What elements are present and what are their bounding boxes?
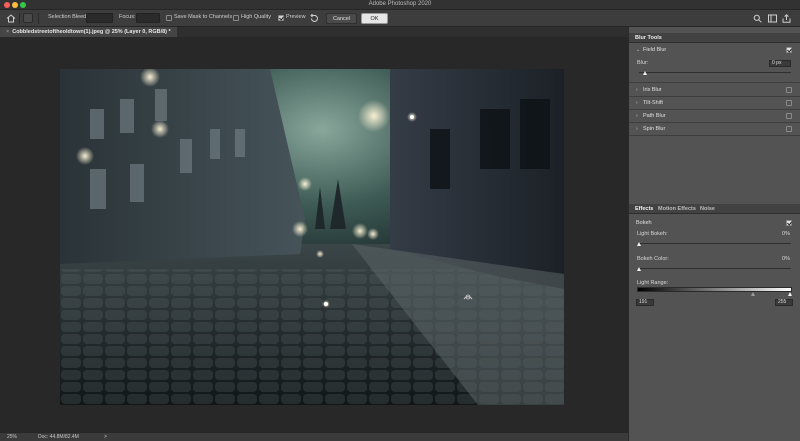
bokeh-color-slider-thumb[interactable] [637,267,641,271]
document-tab[interactable]: × Cobbledstreetoftheoldtown(1).jpeg @ 25%… [0,27,177,37]
light-range-label: Light Range: [637,280,669,286]
tab-noise[interactable]: Noise [700,206,715,212]
blur-label: Blur: [637,60,649,66]
field-blur-checkbox[interactable] [786,47,792,53]
chevron-right-icon[interactable]: › [636,126,638,132]
canvas-area[interactable] [0,37,628,432]
focus-field[interactable] [136,13,160,23]
divider [19,13,20,24]
blur-tools-header: Blur Tools [629,33,800,43]
cancel-button[interactable]: Cancel [326,13,357,24]
app-title: Adobe Photoshop 2020 [368,1,432,7]
blur-gallery-panel: Blur Tools ⌄ Field Blur Blur: 0 px › Iri… [628,27,800,441]
spin-blur-label: Spin Blur [643,126,666,132]
status-menu-arrow[interactable]: > [104,434,107,440]
path-blur-section[interactable]: › Path Blur [629,110,800,122]
options-bar: Selection Bleed: Focus: Save Mask to Cha… [0,10,800,27]
tilt-shift-section[interactable]: › Tilt-Shift [629,97,800,109]
save-mask-checkbox[interactable] [166,15,172,21]
tab-motion-effects[interactable]: Motion Effects [658,206,696,212]
selection-bleed-label: Selection Bleed: [48,14,88,20]
blur-tool-preset-icon[interactable] [23,13,33,23]
tab-effects[interactable]: Effects [635,206,653,212]
home-icon[interactable] [6,14,16,23]
blur-slider-track[interactable] [639,72,791,73]
bokeh-checkbox[interactable] [786,220,792,226]
high-quality-checkbox[interactable] [233,15,239,21]
light-bokeh-value[interactable]: 0% [782,231,790,237]
chevron-right-icon[interactable]: › [636,100,638,106]
bokeh-label: Bokeh [636,220,652,226]
divider [629,82,800,83]
search-icon[interactable] [753,14,762,23]
path-blur-label: Path Blur [643,113,666,119]
reset-icon[interactable] [309,14,319,23]
blur-slider-thumb[interactable] [643,71,647,75]
bokeh-section[interactable]: Bokeh [629,217,800,229]
ok-button[interactable]: OK [361,13,388,24]
light-bokeh-slider-thumb[interactable] [637,242,641,246]
tilt-shift-checkbox[interactable] [786,100,792,106]
document-image[interactable] [60,69,564,405]
light-range-low-handle[interactable] [751,292,755,296]
divider [38,13,39,24]
light-range-gradient [637,287,792,292]
light-range-high-handle[interactable] [788,292,792,296]
path-blur-checkbox[interactable] [786,113,792,119]
effects-tab-bar: Effects Motion Effects Noise [629,204,800,214]
spin-blur-checkbox[interactable] [786,126,792,132]
chevron-right-icon[interactable]: › [636,87,638,93]
selection-bleed-field[interactable] [86,13,113,23]
zoom-level[interactable]: 25% [7,434,17,440]
save-mask-label: Save Mask to Channels [174,14,233,20]
share-icon[interactable] [782,14,791,23]
high-quality-label: High Quality [241,14,271,20]
field-blur-label: Field Blur [643,47,667,53]
blur-value-field[interactable]: 0 px [769,60,791,67]
preview-checkbox[interactable] [278,15,284,21]
bokeh-color-value[interactable]: 0% [782,256,790,262]
tilt-shift-label: Tilt-Shift [643,100,663,106]
focus-label: Focus: [119,14,136,20]
chevron-down-icon[interactable]: ⌄ [636,47,640,53]
workspace-icon[interactable] [768,14,777,23]
light-bokeh-slider-track[interactable] [639,243,791,244]
iris-blur-label: Iris Blur [643,87,662,93]
light-range-high-field[interactable]: 255 [775,299,793,306]
blur-tools-title: Blur Tools [635,35,662,41]
status-bar: 25% Doc: 44.8M/82.4M > [0,432,628,441]
title-bar: Adobe Photoshop 2020 [0,0,800,10]
iris-blur-section[interactable]: › Iris Blur [629,84,800,96]
light-bokeh-label: Light Bokeh: [637,231,668,237]
doc-size: Doc: 44.8M/82.4M [38,434,79,440]
document-tab-label: Cobbledstreetoftheoldtown(1).jpeg @ 25% … [12,29,171,35]
close-tab-icon[interactable]: × [6,29,9,35]
chevron-right-icon[interactable]: › [636,113,638,119]
iris-blur-checkbox[interactable] [786,87,792,93]
bokeh-color-label: Bokeh Color: [637,256,669,262]
document-tab-bar: × Cobbledstreetoftheoldtown(1).jpeg @ 25%… [0,27,628,37]
preview-label: Preview [286,14,306,20]
spin-blur-section[interactable]: › Spin Blur [629,123,800,135]
divider [629,135,800,136]
light-range-low-field[interactable]: 191 [636,299,654,306]
field-blur-section[interactable]: ⌄ Field Blur [629,44,800,56]
bokeh-color-slider-track[interactable] [639,268,791,269]
